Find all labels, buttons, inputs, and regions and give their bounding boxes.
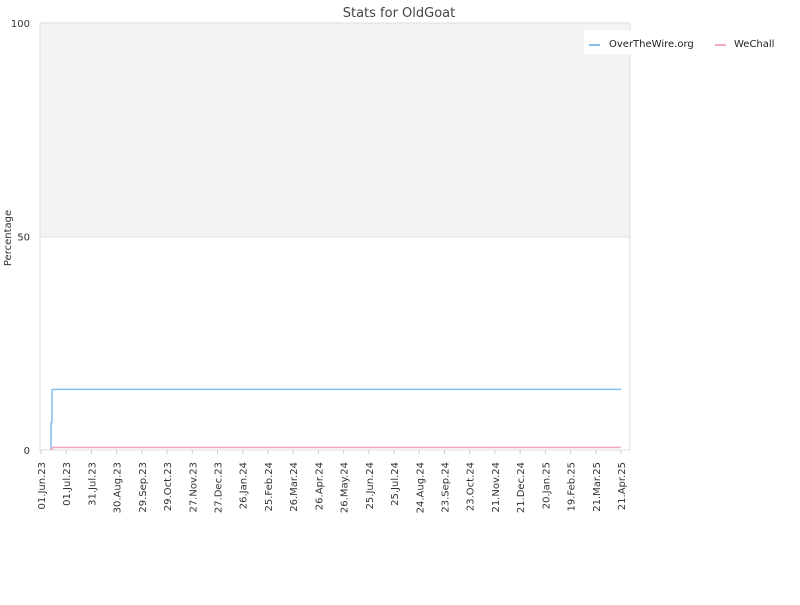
x-tick-label: 21.Apr.25 [617, 462, 628, 510]
x-tick-label: 29.Sep.23 [138, 462, 149, 513]
line-chart: Stats for OldGoat Percentage 0 50 100 01.J… [0, 0, 800, 600]
y-tick-label: 0 [24, 446, 30, 457]
x-tick-label: 25.Feb.24 [264, 462, 275, 512]
x-tick-label: 24.Aug.24 [415, 462, 426, 513]
x-tick-label: 25.Jun.24 [365, 462, 376, 509]
x-tick-label: 01.Jun.23 [37, 462, 48, 509]
x-tick-label: 27.Nov.23 [188, 462, 199, 513]
x-tick-label: 30.Aug.23 [113, 462, 124, 513]
legend-label-wechall: WeChall [734, 39, 774, 50]
x-tick-label: 27.Dec.23 [214, 462, 225, 513]
y-tick-label: 100 [11, 19, 30, 30]
chart-container: Stats for OldGoat Percentage 0 50 100 01.J… [0, 0, 800, 600]
x-tick-label: 31.Jul.23 [87, 462, 98, 506]
y-axis-label: Percentage [3, 210, 14, 266]
x-tick-label: 21.Mar.25 [592, 462, 603, 512]
x-tick-label: 29.Oct.23 [163, 462, 174, 511]
x-tick-label: 20.Jan.25 [541, 462, 552, 509]
x-tick-label: 26.Jan.24 [239, 462, 250, 509]
x-tick-label: 26.Apr.24 [314, 462, 325, 510]
x-tick-label: 25.Jul.24 [390, 462, 401, 506]
plot-area-band-upper [40, 23, 630, 237]
x-tick-label: 21.Dec.24 [516, 462, 527, 513]
x-tick-label: 26.May.24 [340, 462, 351, 513]
x-tick-label: 23.Sep.24 [440, 462, 451, 513]
y-tick-label: 50 [17, 233, 30, 244]
plot-area-band-lower [40, 237, 630, 450]
chart-title: Stats for OldGoat [343, 6, 456, 21]
x-tick-label: 23.Oct.24 [466, 462, 477, 511]
legend-label-overthewire: OverTheWire.org [609, 39, 694, 50]
x-tick-label: 21.Nov.24 [491, 462, 502, 513]
x-tick-label: 19.Feb.25 [567, 462, 578, 512]
x-tick-label: 01.Jul.23 [62, 462, 73, 506]
x-tick-label: 26.Mar.24 [289, 462, 300, 512]
